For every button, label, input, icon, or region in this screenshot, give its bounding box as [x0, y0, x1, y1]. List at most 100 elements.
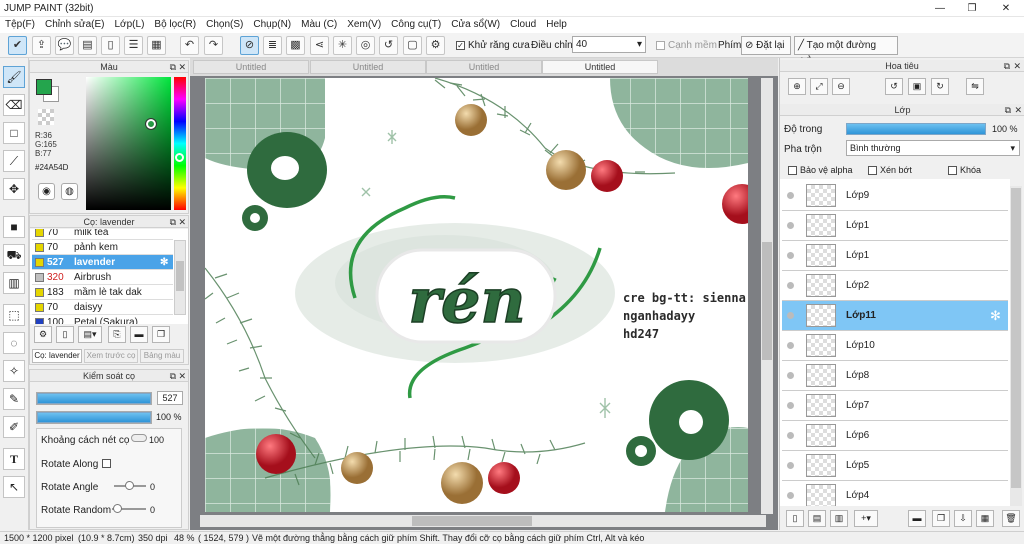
rotate-along-checkbox[interactable]	[102, 459, 111, 468]
brush-copy-icon[interactable]: ⎘	[108, 326, 126, 343]
reset-button[interactable]: ⊘ Đặt lại	[741, 36, 791, 55]
tab-untitled-4[interactable]: Untitled	[542, 60, 658, 74]
rotate-random-handle[interactable]	[113, 504, 122, 513]
clip-checkbox[interactable]	[868, 166, 877, 175]
eye-icon[interactable]	[787, 342, 794, 349]
rotate-angle-handle[interactable]	[125, 481, 134, 490]
settings-icon[interactable]: ⚙	[426, 36, 445, 55]
panel-close-icon[interactable]: ✕	[178, 370, 186, 382]
brush-item[interactable]: 100 Petal (Sakura)	[32, 315, 173, 324]
eye-icon[interactable]	[787, 372, 794, 379]
hue-cursor[interactable]	[175, 153, 184, 162]
line-tool-icon[interactable]: ⟋	[3, 150, 25, 172]
parallel-snap-icon[interactable]: ≣	[263, 36, 282, 55]
menu-view[interactable]: Xem(V)	[342, 17, 386, 33]
hue-slider[interactable]	[174, 77, 186, 210]
brush-item[interactable]: 320 Airbrush	[32, 270, 173, 285]
menu-help[interactable]: Help	[541, 17, 572, 33]
rotate-left-icon[interactable]: ↺	[885, 78, 903, 95]
brush-item[interactable]: 70 pảnh kem	[32, 240, 173, 255]
tab-brush[interactable]: Cọ: lavender	[32, 349, 82, 363]
layer-row[interactable]: Lớp1	[782, 211, 1008, 241]
text-tool-icon[interactable]: T	[3, 448, 25, 470]
brush-item[interactable]: 183 mầm lè tak dak	[32, 285, 173, 300]
menu-capture[interactable]: Chụp(N)	[248, 17, 296, 33]
select-rect-tool-icon[interactable]: □	[3, 122, 25, 144]
cloud-check-icon[interactable]: ✔	[8, 36, 27, 55]
select-pen-tool-icon[interactable]: ✎	[3, 388, 25, 410]
eyedropper-palette-icon[interactable]: ◍	[61, 183, 78, 200]
select-eraser-tool-icon[interactable]: ✐	[3, 416, 25, 438]
move-tool-icon[interactable]: ✥	[3, 178, 25, 200]
panel-close-icon[interactable]: ✕	[1013, 60, 1021, 72]
tab-untitled-1[interactable]: Untitled	[193, 60, 309, 74]
panel-close-icon[interactable]: ✕	[178, 216, 186, 228]
layer-row[interactable]: Lớp9	[782, 181, 1008, 211]
palette-icon[interactable]: ◉	[38, 183, 55, 200]
gradient-tool-icon[interactable]: ▥	[3, 272, 25, 294]
eye-icon[interactable]	[787, 252, 794, 259]
menu-select[interactable]: Chọn(S)	[201, 17, 248, 33]
message-icon[interactable]: ▤	[78, 36, 97, 55]
protect-alpha-checkbox[interactable]	[788, 166, 797, 175]
layer-row[interactable]: Lớp10	[782, 331, 1008, 361]
tab-brush-preview[interactable]: Xem trước cọ	[84, 349, 138, 363]
panel-close-icon[interactable]: ✕	[178, 61, 186, 73]
perspective-snap-icon[interactable]: ⋖	[310, 36, 329, 55]
tab-untitled-3[interactable]: Untitled	[426, 60, 542, 74]
grid-edit-icon[interactable]: ▦	[147, 36, 166, 55]
minimize-icon[interactable]: —	[924, 0, 956, 17]
eye-icon[interactable]	[787, 492, 794, 499]
menu-filter[interactable]: Bộ lọc(R)	[149, 17, 201, 33]
eye-icon[interactable]	[787, 192, 794, 199]
bucket-tool-icon[interactable]: ⛟	[3, 244, 25, 266]
menu-color[interactable]: Màu (C)	[296, 17, 342, 33]
adjust-select[interactable]: 40 ▾	[572, 36, 646, 53]
export-icon[interactable]: ⇪	[32, 36, 51, 55]
vertical-scrollbar[interactable]	[761, 78, 773, 514]
curve-snap-icon[interactable]: ↺	[379, 36, 398, 55]
layer-row[interactable]: Lớp5	[782, 451, 1008, 481]
panel-float-icon[interactable]: ⧉	[1004, 60, 1010, 72]
antialias-checkbox[interactable]: ✓	[456, 41, 465, 50]
radial-snap-icon[interactable]: ✳	[333, 36, 352, 55]
eye-icon[interactable]	[787, 312, 794, 319]
redo-icon[interactable]: ↷	[204, 36, 223, 55]
tab-untitled-2[interactable]: Untitled	[310, 60, 426, 74]
new-layer-icon[interactable]: ▯	[786, 510, 804, 527]
flip-horizontal-icon[interactable]: ⇋	[966, 78, 984, 95]
duplicate-layer-icon[interactable]: ❐	[932, 510, 950, 527]
add-layer-dropdown-icon[interactable]: +▾	[854, 510, 878, 527]
gear-icon[interactable]: ✻	[990, 308, 1001, 324]
picker-cursor[interactable]	[145, 118, 157, 130]
menu-window[interactable]: Cửa sổ(W)	[446, 17, 505, 33]
layer-row[interactable]: Lớp11 ✻	[782, 301, 1008, 331]
brush-item[interactable]: 527 lavender ✻	[32, 255, 173, 270]
new-layer-8bit-icon[interactable]: ▤	[808, 510, 826, 527]
blend-mode-select[interactable]: Bình thường ▾	[846, 140, 1020, 156]
drawing-canvas[interactable]: rén cre bg-tt: sienna nganhadayy hd247	[205, 78, 748, 512]
grid-snap-icon[interactable]: ▩	[286, 36, 305, 55]
brush-item[interactable]: 70 daisyy	[32, 300, 173, 315]
layer-row[interactable]: Lớp2	[782, 271, 1008, 301]
eraser-tool-icon[interactable]: ⌫	[3, 94, 25, 116]
zoom-in-icon[interactable]: ⊕	[788, 78, 806, 95]
close-icon[interactable]: ✕	[990, 0, 1022, 17]
layer-settings-icon[interactable]: ▦	[976, 510, 994, 527]
restore-icon[interactable]: ❐	[956, 0, 988, 17]
layer-row[interactable]: Lớp8	[782, 361, 1008, 391]
merge-layer-icon[interactable]: ⇩	[954, 510, 972, 527]
layer-row[interactable]: Lớp1	[782, 241, 1008, 271]
fit-screen-icon[interactable]: ⤢	[810, 78, 828, 95]
eye-icon[interactable]	[787, 432, 794, 439]
panel-close-icon[interactable]: ✕	[1014, 104, 1022, 116]
menu-edit[interactable]: Chỉnh sửa(E)	[40, 17, 110, 33]
saturation-value-picker[interactable]	[86, 77, 171, 210]
gear-icon[interactable]: ✻	[160, 255, 168, 270]
layer-row[interactable]: Lớp4	[782, 481, 1008, 506]
edge-checkbox[interactable]	[656, 41, 665, 50]
panel-float-icon[interactable]: ⧉	[170, 61, 176, 73]
brush-list-scrollbar[interactable]	[174, 240, 186, 315]
menu-tools[interactable]: Công cụ(T)	[386, 17, 446, 33]
create-line-button[interactable]: ╱ Tạo một đường thẳng	[794, 36, 898, 68]
